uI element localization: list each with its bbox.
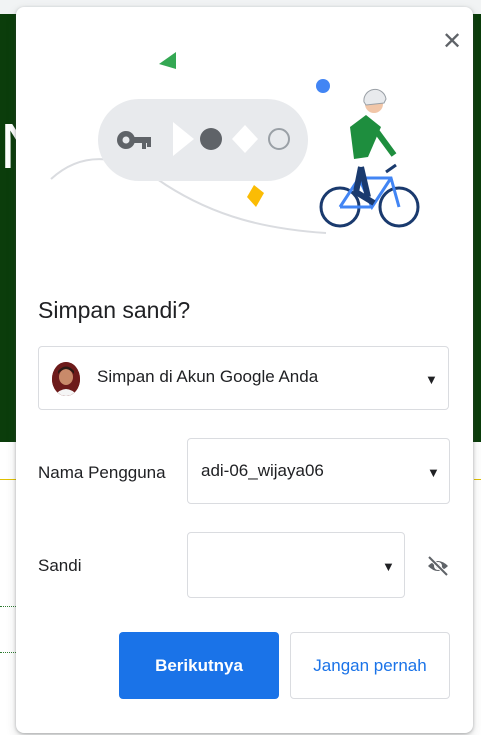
visibility-off-icon	[427, 555, 449, 577]
avatar-image	[52, 362, 80, 396]
background-line	[474, 479, 481, 480]
save-password-illustration	[50, 52, 420, 234]
password-label: Sandi	[38, 556, 82, 575]
next-button[interactable]: Berikutnya	[119, 632, 279, 699]
chevron-down-icon: ▼	[427, 465, 440, 480]
dialog-title: Simpan sandi?	[38, 297, 191, 323]
green-triangle	[159, 52, 176, 69]
account-label: Simpan di Akun Google Anda	[97, 367, 319, 386]
account-destination-select[interactable]: Simpan di Akun Google Anda ▼	[38, 346, 449, 410]
chevron-down-icon: ▼	[425, 372, 438, 387]
toggle-password-visibility-button[interactable]	[426, 555, 450, 577]
filled-circle-shape	[200, 128, 222, 150]
never-button[interactable]: Jangan pernah	[290, 632, 450, 699]
save-password-dialog: ✕ Simpan sandi? Simpan di Akun Google An…	[16, 7, 473, 733]
username-value: adi-06_wijaya06	[201, 461, 324, 480]
blue-dot	[316, 79, 330, 93]
password-select[interactable]: ▼	[187, 532, 405, 598]
username-label: Nama Pengguna	[38, 463, 166, 482]
chevron-down-icon: ▼	[382, 559, 395, 574]
username-select[interactable]: adi-06_wijaya06 ▼	[187, 438, 450, 504]
avatar	[52, 362, 80, 396]
cyclist-figure	[319, 88, 420, 228]
yellow-diamond	[247, 185, 264, 207]
